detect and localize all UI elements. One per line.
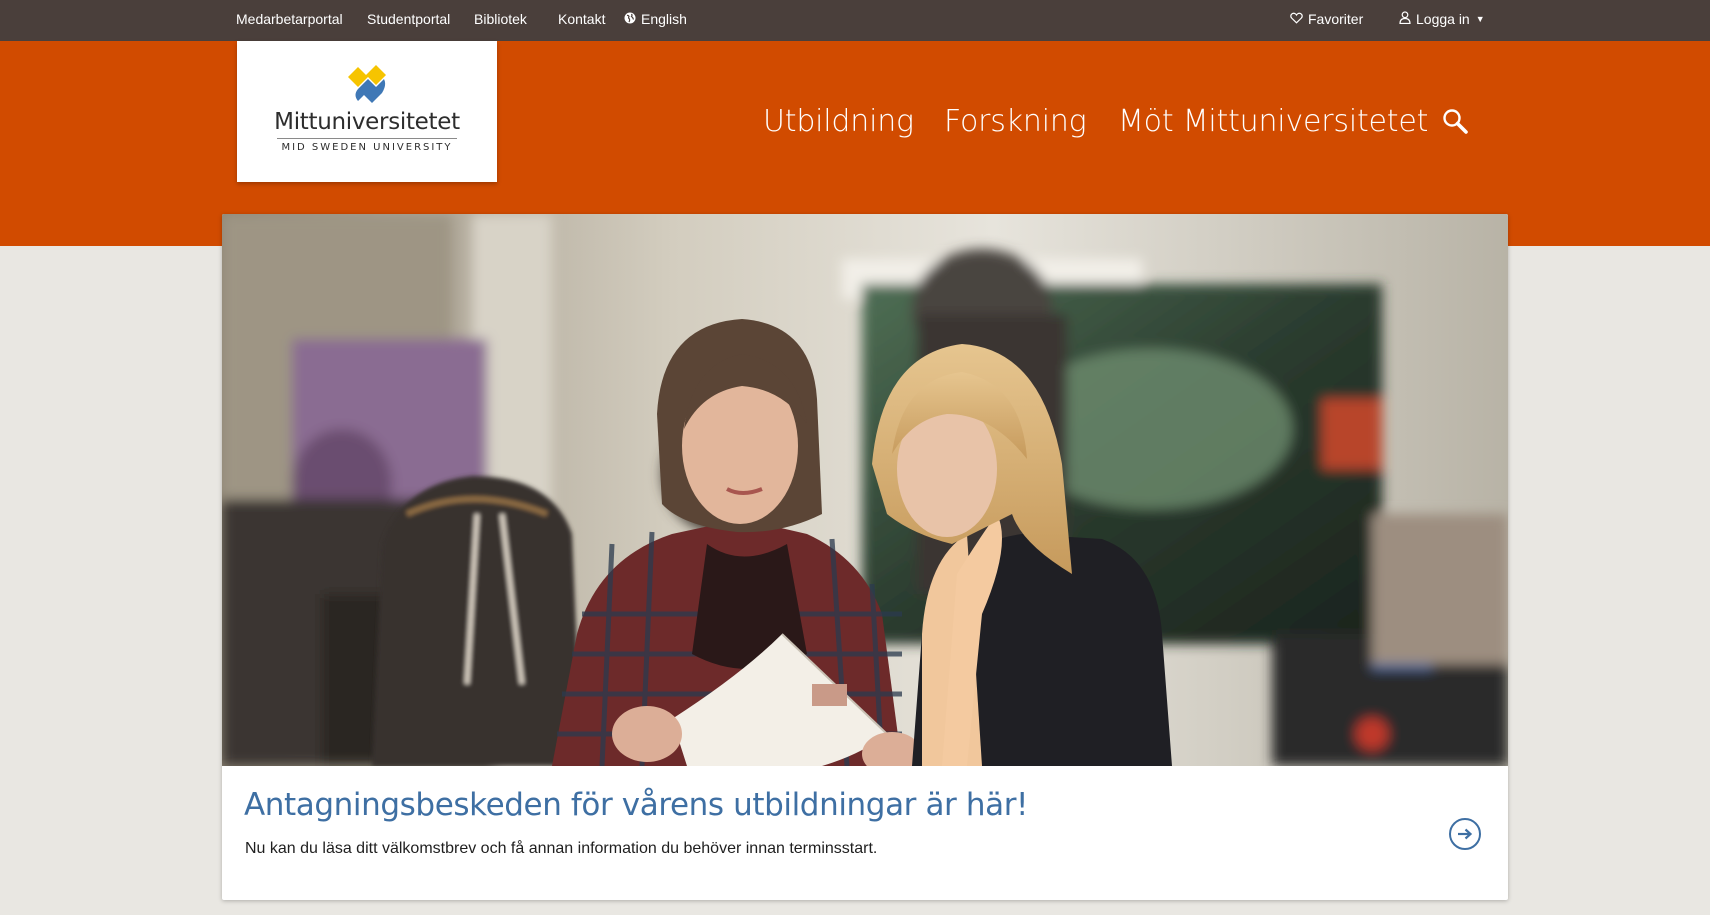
login-label: Logga in <box>1416 11 1470 27</box>
link-medarbetarportal[interactable]: Medarbetarportal <box>236 0 343 41</box>
user-icon <box>1399 0 1411 38</box>
chevron-down-icon: ▼ <box>1475 14 1485 25</box>
logo-home-link[interactable]: Mittuniversitetet MID SWEDEN UNIVERSITY <box>237 41 497 182</box>
read-more-button[interactable] <box>1449 818 1481 850</box>
search-icon <box>1443 109 1468 134</box>
hero-news-card[interactable]: Antagningsbeskeden för vårens utbildning… <box>222 214 1508 900</box>
nav-item-forskning[interactable]: Forskning <box>944 104 1087 139</box>
arrow-right-circle-icon <box>1458 828 1473 840</box>
favorites-link[interactable]: Favoriter <box>1290 0 1363 41</box>
login-dropdown[interactable]: Logga in ▼ <box>1399 0 1485 41</box>
nav-item-utbildning[interactable]: Utbildning <box>763 104 914 139</box>
nav-item-mot-mittuniversitetet[interactable]: Möt Mittuniversitetet <box>1118 104 1428 139</box>
logo-divider <box>277 138 457 139</box>
language-english-label: English <box>641 11 687 27</box>
logo-mark-icon <box>348 65 386 103</box>
language-english-link[interactable]: English <box>624 0 687 41</box>
link-kontakt[interactable]: Kontakt <box>558 0 605 41</box>
heart-icon <box>1290 0 1303 38</box>
hero-image <box>222 214 1508 766</box>
search-button[interactable] <box>1442 108 1472 138</box>
hero-description: Nu kan du läsa ditt välkomstbrev och få … <box>245 840 878 857</box>
link-studentportal[interactable]: Studentportal <box>367 0 450 41</box>
utility-bar: Medarbetarportal Studentportal Bibliotek… <box>0 0 1710 41</box>
globe-icon <box>624 0 636 38</box>
favorites-label: Favoriter <box>1308 11 1364 27</box>
logo-subtitle: MID SWEDEN UNIVERSITY <box>281 142 453 153</box>
hero-title-link[interactable]: Antagningsbeskeden för vårens utbildning… <box>244 787 1028 823</box>
link-bibliotek[interactable]: Bibliotek <box>474 0 527 41</box>
logo-name: Mittuniversitetet <box>274 109 460 135</box>
